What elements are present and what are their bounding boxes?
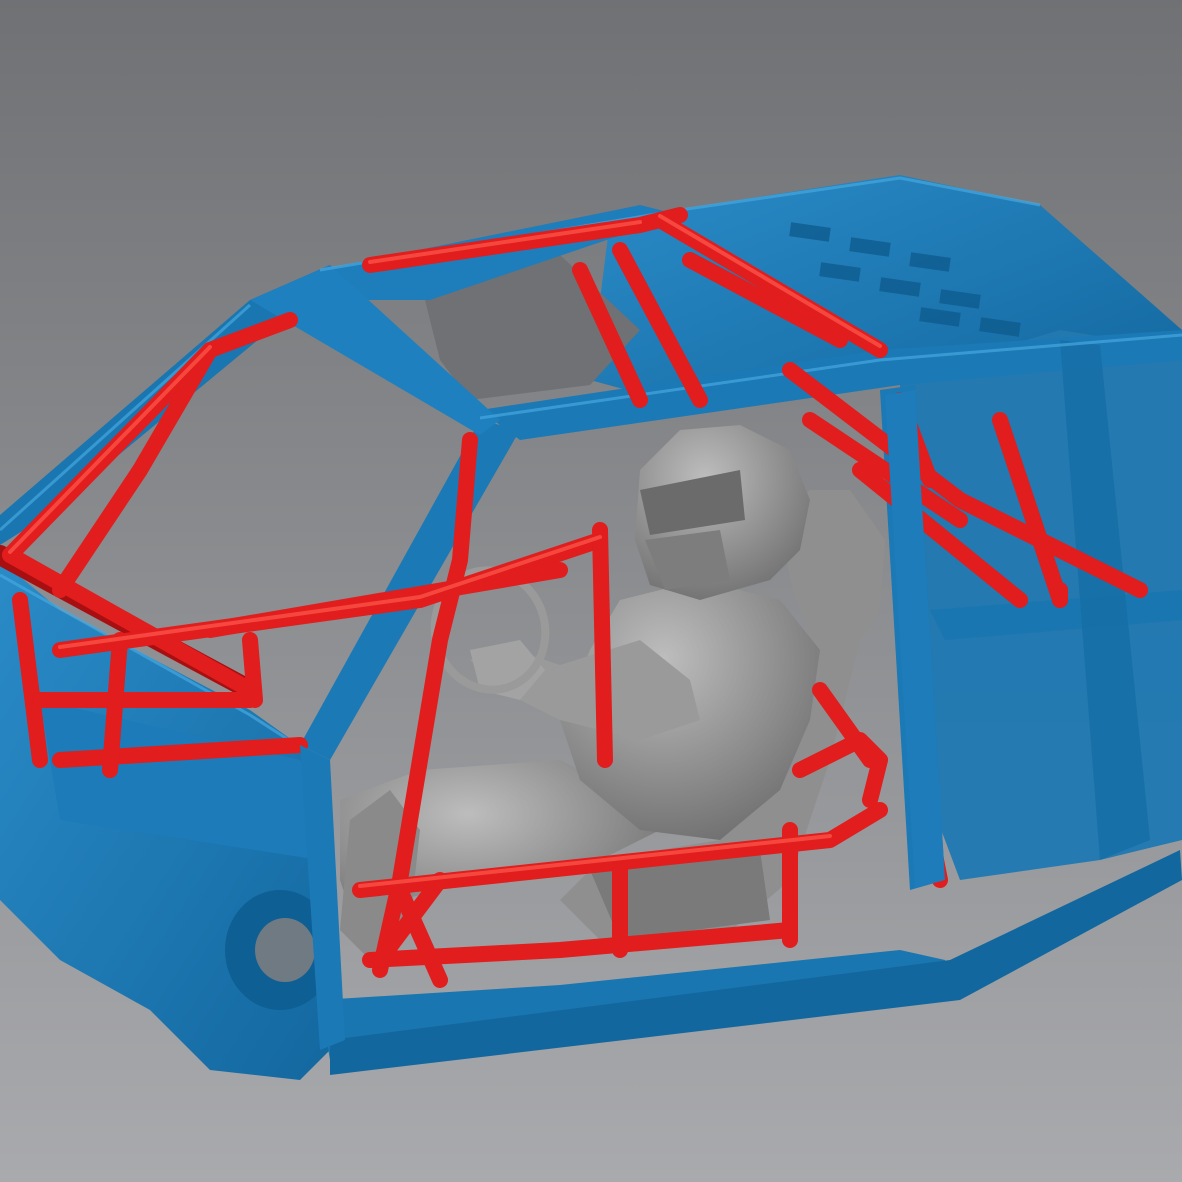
3d-viewport[interactable]	[0, 0, 1182, 1182]
scan-render	[0, 0, 1182, 1182]
wheel-arch-inner	[255, 918, 315, 982]
